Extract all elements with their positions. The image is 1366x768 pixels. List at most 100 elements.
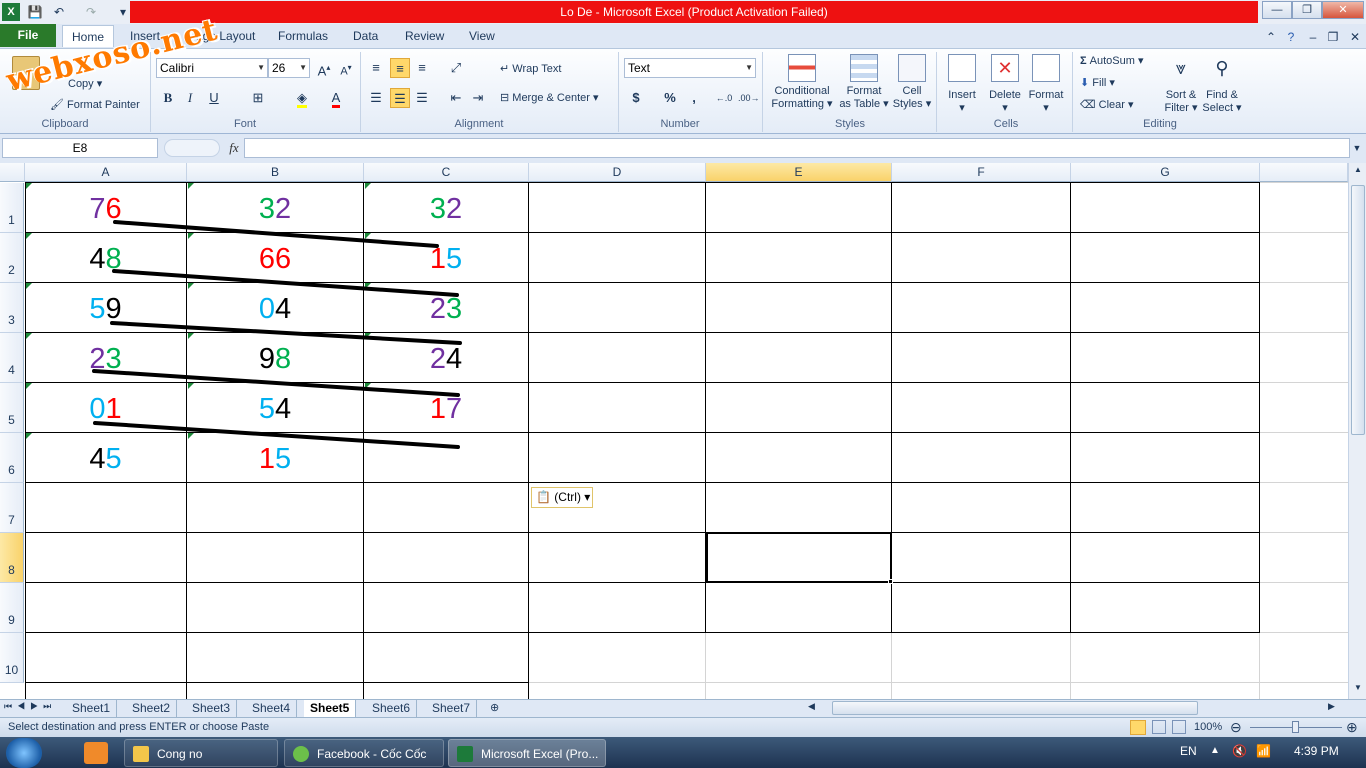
sheet-tab-sheet6[interactable]: Sheet6 (366, 700, 418, 717)
insert-function-icon[interactable]: fx (224, 138, 244, 158)
font-name-select[interactable]: Calibri ▼ (156, 58, 268, 78)
start-button[interactable] (6, 738, 42, 768)
strike-line (110, 321, 462, 345)
zoom-in-icon[interactable]: ⊕ (1346, 719, 1358, 736)
wrap-text-button[interactable]: ↵ Wrap Text (500, 62, 561, 75)
network-icon[interactable]: 📶 (1256, 744, 1271, 758)
zoom-level[interactable]: 100% (1194, 721, 1222, 733)
paste-options-button[interactable]: 📋 (Ctrl) ▾ (531, 487, 593, 508)
minimize-button[interactable]: — (1262, 1, 1292, 19)
clear-button[interactable]: ⌫ Clear ▾ (1080, 98, 1134, 111)
sheet-tab-sheet5[interactable]: Sheet5 (304, 700, 357, 717)
workbook-restore-icon[interactable]: ❐ (1324, 28, 1342, 46)
autosum-button[interactable]: Σ AutoSum ▾ (1080, 54, 1144, 67)
format-cells-button[interactable]: Format ▾ (1026, 54, 1066, 115)
taskbar-item-facebook[interactable]: Facebook - Cốc Cốc (284, 739, 444, 767)
fill-button[interactable]: ⬇ Fill ▾ (1080, 76, 1115, 89)
expand-formula-bar-icon[interactable]: ▼ (1350, 138, 1364, 158)
tab-data[interactable]: Data (349, 25, 382, 47)
media-player-icon[interactable] (84, 742, 108, 764)
align-center-icon[interactable]: ☰ (390, 88, 410, 108)
restore-button[interactable]: ❐ (1292, 1, 1322, 19)
tab-view[interactable]: View (465, 25, 499, 47)
decrease-decimal-icon[interactable]: .00→ (738, 88, 760, 108)
increase-indent-icon[interactable]: ⇥ (468, 88, 488, 108)
find-select-button[interactable]: ⚲ Find & Select ▾ (1202, 54, 1242, 115)
conditional-formatting-button[interactable]: Conditional Formatting ▾ (768, 54, 836, 111)
tray-expand-icon[interactable]: ▲ (1210, 745, 1220, 756)
workbook-close-icon[interactable]: ✕ (1346, 28, 1364, 46)
sheet-tab-sheet7[interactable]: Sheet7 (426, 700, 478, 717)
tab-file[interactable]: File (0, 24, 56, 47)
zoom-slider-thumb[interactable] (1292, 721, 1299, 733)
delete-cells-button[interactable]: ✕ Delete ▾ (984, 54, 1026, 115)
clock[interactable]: 4:39 PM (1294, 744, 1339, 758)
sheet-tab-sheet4[interactable]: Sheet4 (246, 700, 298, 717)
excel-icon (457, 746, 473, 762)
increase-decimal-icon[interactable]: ←.0 (714, 88, 734, 108)
fill-handle[interactable] (888, 579, 893, 584)
align-top-icon[interactable]: ≡ (366, 58, 386, 78)
redo-icon[interactable]: ↷ (82, 3, 100, 21)
bold-button[interactable]: B (158, 88, 178, 108)
taskbar-item-excel[interactable]: Microsoft Excel (Pro... (448, 739, 606, 767)
tab-formulas[interactable]: Formulas (274, 25, 332, 47)
scroll-left-icon[interactable]: ◀ (808, 701, 815, 712)
align-bottom-icon[interactable]: ≡ (412, 58, 432, 78)
merge-center-button[interactable]: ⊟ Merge & Center ▾ (500, 91, 599, 104)
align-left-icon[interactable]: ☰ (366, 88, 386, 108)
underline-button[interactable]: U (204, 88, 224, 108)
fill-color-icon[interactable]: ◈ (292, 88, 312, 108)
formula-input[interactable] (244, 138, 1350, 158)
decrease-indent-icon[interactable]: ⇤ (446, 88, 466, 108)
group-separator (936, 52, 937, 132)
font-color-icon[interactable]: A (326, 88, 346, 108)
sheet-tab-sheet3[interactable]: Sheet3 (186, 700, 238, 717)
tab-review[interactable]: Review (401, 25, 448, 47)
vertical-scroll-thumb[interactable] (1351, 185, 1365, 435)
sort-filter-button[interactable]: ⩔ Sort & Filter ▾ (1160, 54, 1202, 115)
horizontal-scrollbar[interactable]: ◀ ▶ (806, 700, 1346, 716)
help-icon[interactable]: ? (1282, 28, 1300, 46)
sheet-tab-sheet1[interactable]: Sheet1 (66, 700, 118, 717)
align-right-icon[interactable]: ☰ (412, 88, 432, 108)
page-layout-view-icon[interactable] (1152, 720, 1166, 734)
worksheet-grid[interactable]: A B C D E F G 1 2 3 4 5 6 7 8 9 10 76 32 32 48 66 15 59 04 23 23 9… (0, 163, 1348, 699)
taskbar-item-cong-no[interactable]: Cong no (124, 739, 278, 767)
active-cell-E8[interactable] (706, 532, 892, 583)
sheet-nav-icons[interactable]: ⏮◀▶⏭ (4, 701, 56, 712)
percent-button[interactable]: % (660, 88, 680, 108)
orientation-icon[interactable]: ⤢ (446, 58, 466, 78)
minimize-ribbon-icon[interactable]: ⌃ (1262, 28, 1280, 46)
comma-button[interactable]: , (684, 88, 704, 108)
undo-icon[interactable]: ↶ (50, 3, 68, 21)
scroll-up-icon[interactable]: ▲ (1351, 165, 1365, 179)
sheet-tab-sheet2[interactable]: Sheet2 (126, 700, 178, 717)
workbook-minimize-icon[interactable]: – (1304, 28, 1322, 46)
format-as-table-button[interactable]: Format as Table ▾ (836, 54, 892, 111)
scroll-right-icon[interactable]: ▶ (1328, 701, 1335, 712)
language-indicator[interactable]: EN (1180, 744, 1197, 758)
vertical-scrollbar[interactable]: ▲ ▼ (1348, 163, 1366, 699)
grow-font-icon[interactable]: A▴ (314, 58, 334, 78)
name-box[interactable]: E8 (2, 138, 158, 158)
currency-button[interactable]: $ (626, 88, 646, 108)
insert-cells-button[interactable]: Insert ▾ (942, 54, 982, 115)
shrink-font-icon[interactable]: A▾ (336, 58, 356, 78)
borders-icon[interactable]: ⊞ (248, 88, 268, 108)
save-icon[interactable]: 💾 (26, 3, 44, 21)
cell-styles-button[interactable]: Cell Styles ▾ (892, 54, 932, 111)
close-button[interactable]: ✕ (1322, 1, 1364, 19)
horizontal-scroll-thumb[interactable] (832, 701, 1198, 715)
scroll-down-icon[interactable]: ▼ (1351, 683, 1365, 697)
font-size-select[interactable]: 26 ▼ (268, 58, 310, 78)
zoom-out-icon[interactable]: ⊖ (1230, 719, 1242, 736)
number-format-select[interactable]: Text ▼ (624, 58, 756, 78)
align-middle-icon[interactable]: ≡ (390, 58, 410, 78)
page-break-view-icon[interactable] (1172, 720, 1186, 734)
normal-view-icon[interactable] (1130, 720, 1146, 735)
volume-muted-icon[interactable]: 🔇 (1232, 744, 1247, 758)
italic-button[interactable]: I (180, 88, 200, 108)
format-painter-button[interactable]: 🖌 Format Painter (50, 98, 140, 111)
insert-sheet-icon[interactable]: ⊕ (490, 701, 499, 714)
